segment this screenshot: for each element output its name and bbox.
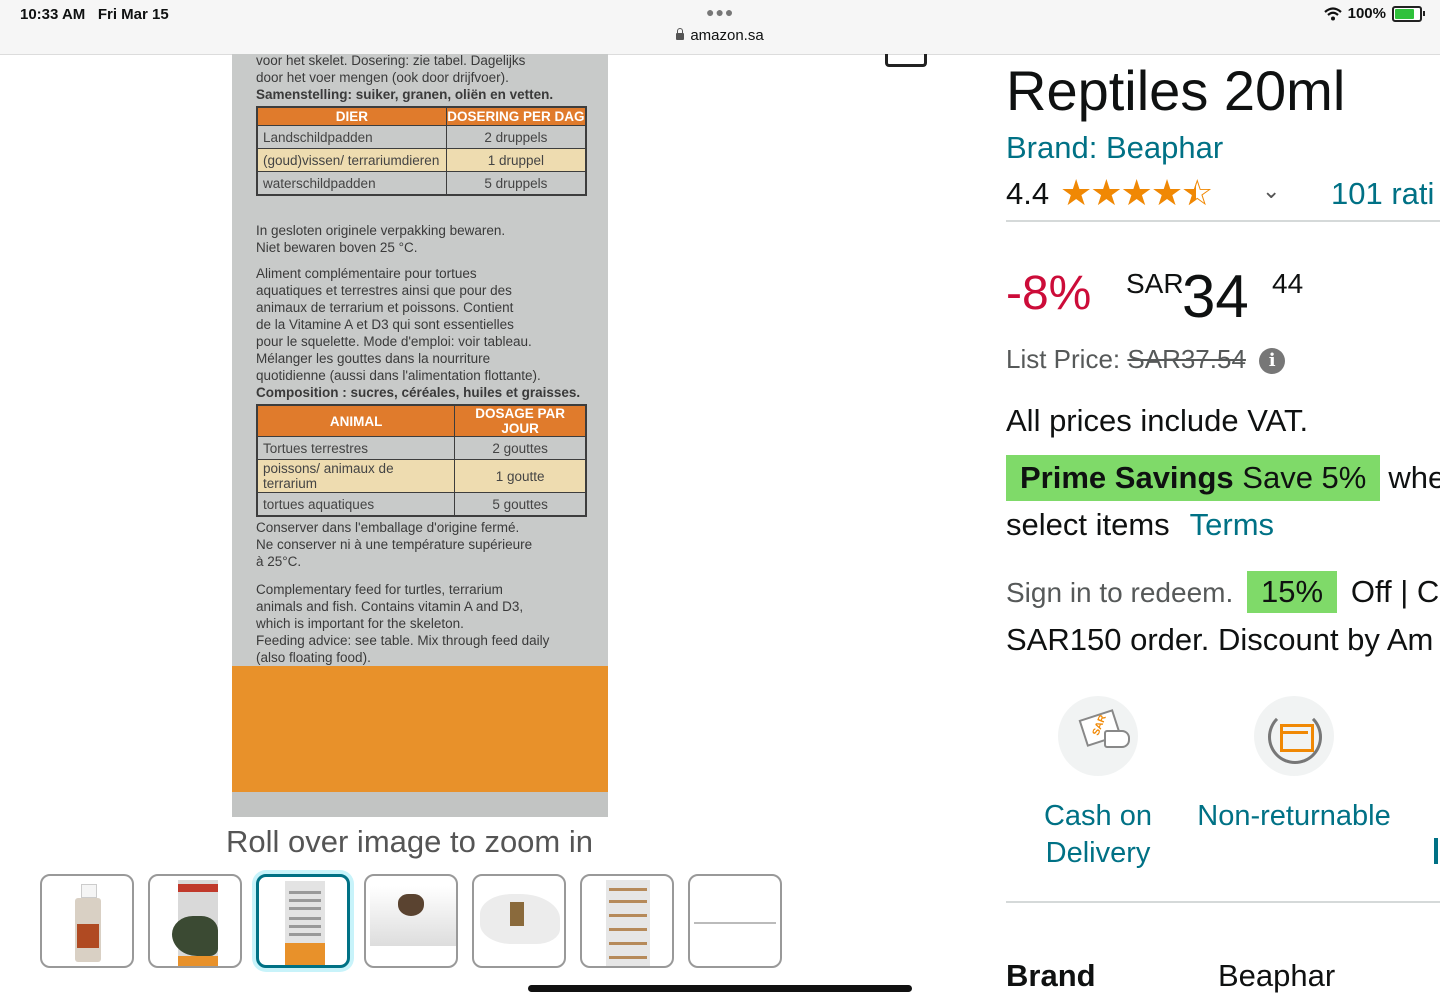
brand-link[interactable]: Brand: Beaphar: [1006, 130, 1223, 166]
price-fraction: 44: [1272, 268, 1304, 299]
home-indicator[interactable]: [528, 985, 912, 992]
status-time: 10:33 AM Fri Mar 15: [20, 6, 169, 23]
package-text-en: Complementary feed for turtles, terrariu…: [256, 582, 550, 665]
list-price-value: SAR37.54: [1127, 344, 1246, 374]
product-title: Reptiles 20ml: [1006, 59, 1346, 122]
prime-savings-badge: Prime Savings Save 5%: [1006, 455, 1381, 501]
thumbnail-4[interactable]: [364, 874, 458, 968]
feature-non-returnable[interactable]: Non-returnable: [1194, 696, 1394, 835]
feature-label: Cash on Delivery: [1043, 800, 1152, 869]
thumbnail-2[interactable]: [148, 874, 242, 968]
thumbnail-1[interactable]: [40, 874, 134, 968]
box-back-image: [285, 881, 325, 965]
prime-savings-tail: whe: [1388, 460, 1440, 495]
star-rating-icon[interactable]: ★★★★☆★: [1060, 172, 1213, 214]
divider: [1006, 901, 1440, 903]
thumbnail-6[interactable]: [580, 874, 674, 968]
dosage-table-nl: DIER DOSERING PER DAG Landschildpadden 2 d…: [256, 106, 587, 196]
thumbnail-3-selected[interactable]: [256, 874, 350, 968]
list-price: List Price: SAR37.54 i: [1006, 344, 1286, 375]
coupon-text: Off | C: [1350, 574, 1440, 609]
prime-savings-line2: select items Terms: [1006, 507, 1275, 542]
wifi-icon: [1323, 6, 1342, 20]
thumbnail-7[interactable]: [688, 874, 782, 968]
box-front-image: [172, 880, 218, 966]
cash-on-delivery-icon: SAR: [1058, 696, 1138, 776]
lock-icon: [676, 28, 685, 40]
sign-in-to-redeem[interactable]: Sign in to redeem.: [1006, 577, 1233, 608]
chevron-down-icon[interactable]: ⌄: [1262, 178, 1280, 204]
dosage-table-fr: ANIMAL DOSAGE PAR JOUR Tortues terrestres…: [256, 404, 587, 517]
package-bottom: [232, 792, 608, 817]
thumbnail-strip: [40, 874, 782, 968]
coupon-line2: SAR150 order. Discount by Am: [1006, 622, 1434, 657]
blank-image: [694, 922, 776, 924]
feature-label: Non-returnable: [1197, 800, 1391, 832]
address-bar[interactable]: amazon.sa: [0, 27, 1440, 44]
list-price-label: List Price:: [1006, 344, 1121, 374]
battery-icon: [1392, 5, 1425, 22]
more-dots-icon[interactable]: ●●●: [706, 4, 734, 20]
coupon-percent-badge: 15%: [1247, 571, 1338, 613]
package-storage-fr: Conserver dans l'emballage d'origine fer…: [256, 520, 533, 569]
non-returnable-icon: [1254, 696, 1334, 776]
info-icon[interactable]: i: [1259, 348, 1286, 375]
package-storage-nl: In gesloten originele verpakking bewaren…: [256, 223, 506, 255]
rating-count-link[interactable]: 101 rati: [1331, 176, 1434, 212]
terms-link[interactable]: Terms: [1190, 507, 1274, 542]
package-text-fr: Aliment complémentaire pour tortues aqua…: [256, 266, 581, 400]
rating-row: 4.4 ★★★★☆★ ⌄ 101 rati: [1006, 172, 1440, 222]
zoom-hint: Roll over image to zoom in: [226, 824, 593, 859]
bottle-image: [75, 884, 101, 964]
prime-savings-row: Prime Savings Save 5% whe: [1006, 455, 1440, 501]
battery-percent: 100%: [1347, 5, 1386, 22]
rating-value: 4.4: [1006, 176, 1050, 211]
spec-key-brand: Brand: [1006, 958, 1096, 993]
dropper-image: [370, 886, 456, 946]
status-bar: 10:33 AM Fri Mar 15 ●●● amazon.sa 100%: [0, 0, 1440, 55]
price-currency: SAR: [1126, 268, 1184, 299]
package-text-nl-top: voor het skelet. Dosering: zie tabel. Da…: [256, 54, 554, 102]
url-text: amazon.sa: [690, 27, 764, 44]
price-whole: 34: [1182, 263, 1249, 330]
coupon-row: Sign in to redeem. 15% Off | C: [1006, 571, 1439, 613]
main-product-image[interactable]: voor het skelet. Dosering: zie tabel. Da…: [232, 54, 608, 817]
discount-percent: -8%: [1006, 267, 1092, 320]
vat-note: All prices include VAT.: [1006, 403, 1309, 438]
hand-holding-bottle-image: [480, 894, 560, 944]
thumbnail-5[interactable]: [472, 874, 566, 968]
box-side-image: [606, 880, 650, 966]
share-icon[interactable]: [885, 54, 927, 67]
next-feature-partial[interactable]: [1434, 838, 1438, 864]
feature-cash-on-delivery[interactable]: SAR Cash on Delivery: [998, 696, 1198, 872]
status-right: 100%: [1323, 5, 1425, 22]
spec-value-brand: Beaphar: [1218, 958, 1336, 993]
package-orange-band: [232, 666, 608, 792]
